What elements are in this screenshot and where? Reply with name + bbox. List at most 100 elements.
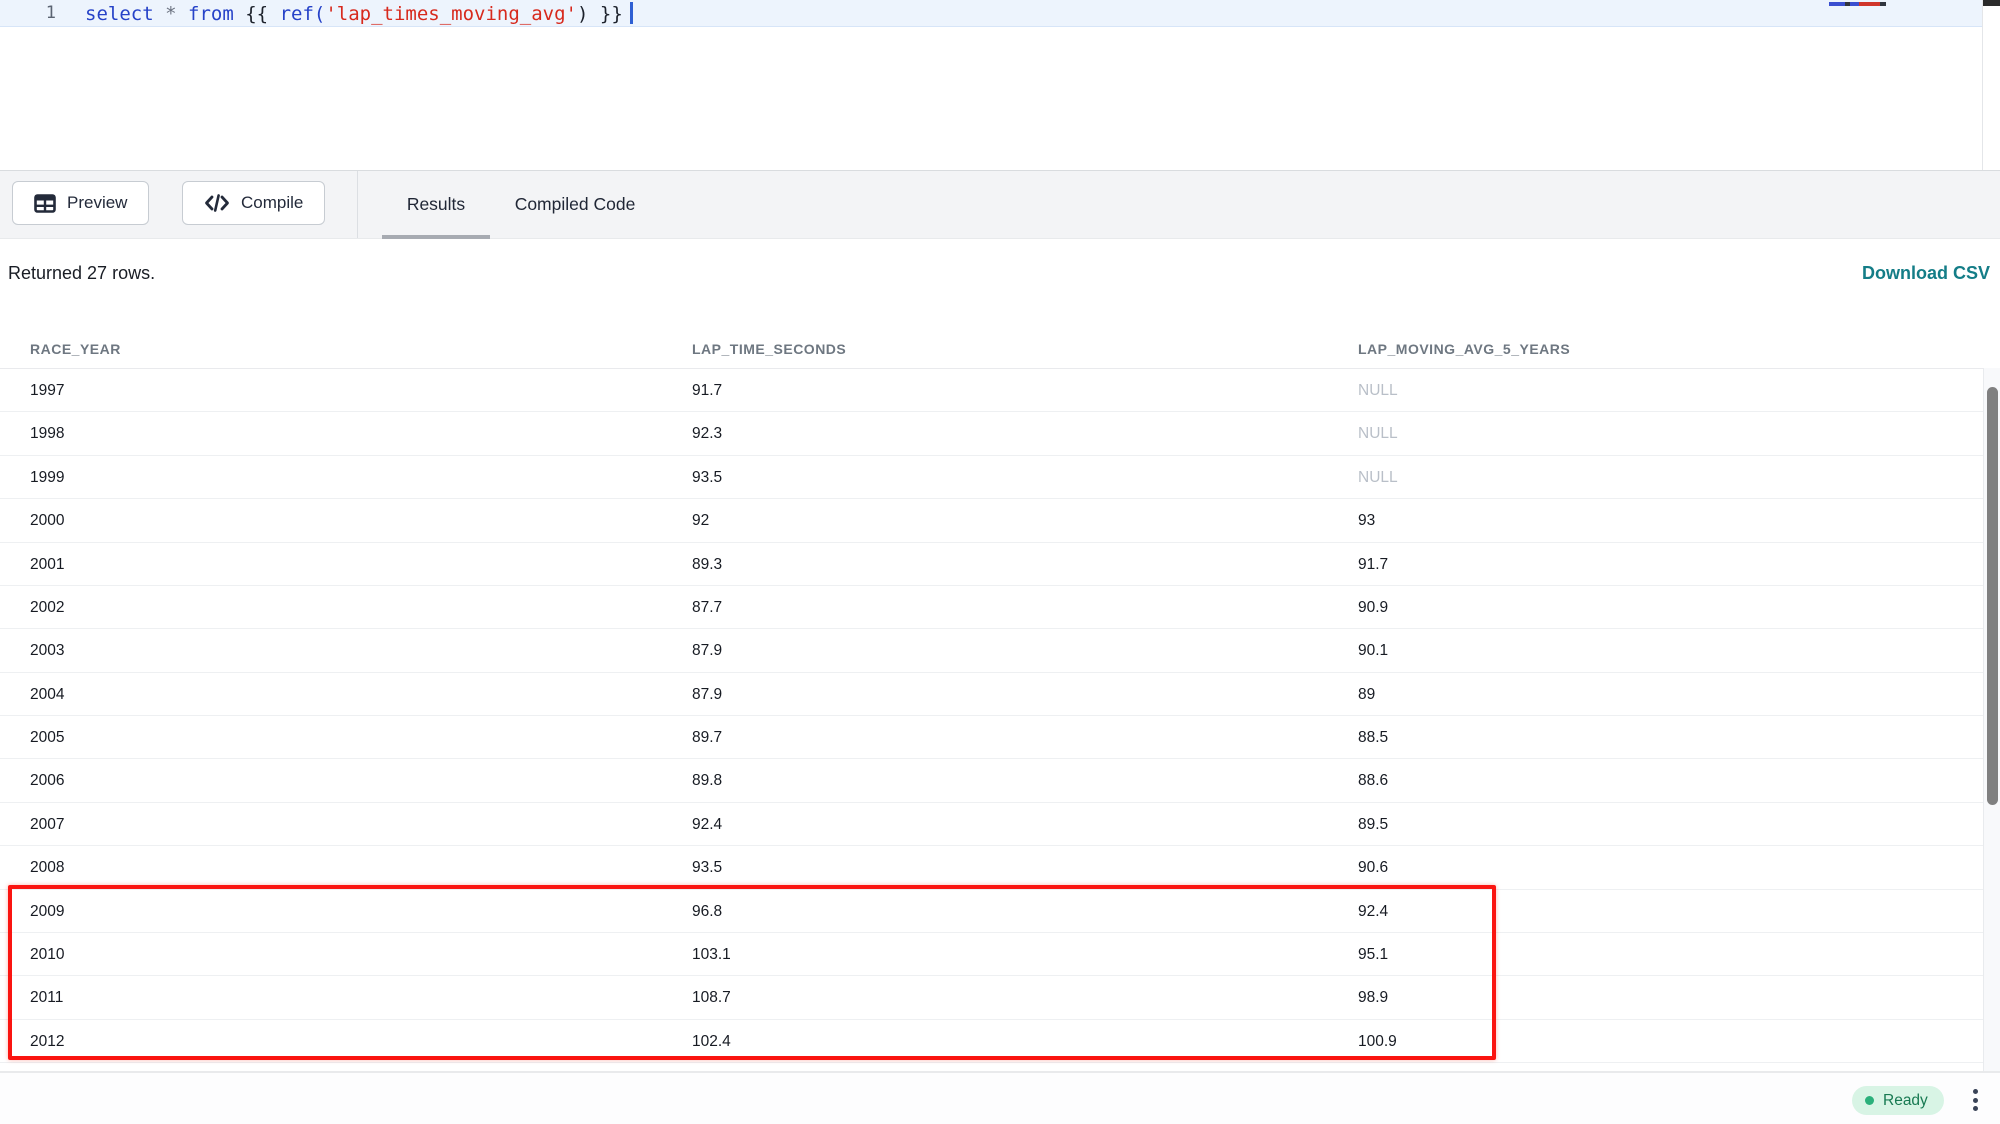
table-cell: 2000	[30, 499, 64, 542]
tab-compiled-code[interactable]: Compiled Code	[505, 171, 645, 238]
table-cell: 93.5	[692, 846, 722, 889]
text-cursor	[630, 2, 633, 24]
table-cell: 98.9	[1358, 976, 1388, 1019]
table-cell: 2011	[30, 976, 63, 1019]
table-row: 2007 92.4 89.5	[0, 803, 1983, 846]
table-cell: 2012	[30, 1020, 64, 1063]
table-cell: 87.9	[692, 629, 722, 672]
table-cell: 108.7	[692, 976, 731, 1019]
table-row: 2012 102.4 100.9	[0, 1020, 1983, 1063]
table-cell: 2006	[30, 759, 64, 802]
table-cell: 91.7	[1358, 543, 1388, 586]
table-row: 2011 108.7 98.9	[0, 976, 1983, 1019]
table-cell: 88.5	[1358, 716, 1388, 759]
table-grid-icon	[34, 194, 56, 213]
table-cell: 103.1	[692, 933, 731, 976]
table-row: 2003 87.9 90.1	[0, 629, 1983, 672]
table-body: 199791.7NULL199892.3NULL199993.5NULL2000…	[0, 369, 1983, 1063]
table-cell: 87.7	[692, 586, 722, 629]
table-cell: 91.7	[692, 369, 722, 412]
tab-results[interactable]: Results	[382, 171, 490, 238]
compile-button-label: Compile	[241, 193, 303, 213]
preview-button[interactable]: Preview	[12, 181, 149, 225]
table-cell: 1998	[30, 412, 64, 455]
table-cell: 90.1	[1358, 629, 1388, 672]
table-header-row: RACE_YEAR LAP_TIME_SECONDS LAP_MOVING_AV…	[0, 330, 1983, 369]
results-toolbar: Preview Compile Results Compiled Code	[0, 170, 2000, 239]
table-row: 2002 87.7 90.9	[0, 586, 1983, 629]
table-cell: 2002	[30, 586, 64, 629]
status-badge-label: Ready	[1883, 1092, 1928, 1110]
table-cell: 2005	[30, 716, 64, 759]
kebab-dot-icon	[1973, 1089, 1978, 1094]
table-cell: 100.9	[1358, 1020, 1397, 1063]
table-cell: 89.7	[692, 716, 722, 759]
ide-window: 1 select * from {{ ref('lap_times_moving…	[0, 0, 2000, 1124]
table-row: 2000 92 93	[0, 499, 1983, 542]
kebab-dot-icon	[1973, 1098, 1978, 1103]
status-bar: Ready	[0, 1071, 2000, 1124]
table-cell: 2008	[30, 846, 64, 889]
table-cell: 92.4	[1358, 890, 1388, 933]
kebab-dot-icon	[1973, 1106, 1978, 1111]
tab-results-label: Results	[407, 194, 465, 215]
table-cell: 2001	[30, 543, 64, 586]
toolbar-divider	[357, 171, 358, 238]
download-csv-link[interactable]: Download CSV	[1862, 263, 1990, 284]
table-scrollbar-thumb[interactable]	[1987, 387, 1998, 805]
table-cell: NULL	[1358, 412, 1398, 455]
table-row: 2006 89.8 88.6	[0, 759, 1983, 802]
column-header-race-year: RACE_YEAR	[30, 330, 121, 369]
table-cell: 96.8	[692, 890, 722, 933]
table-cell: 89.3	[692, 543, 722, 586]
sql-editor[interactable]: 1 select * from {{ ref('lap_times_moving…	[0, 0, 2000, 170]
table-row: 2005 89.7 88.5	[0, 716, 1983, 759]
compile-button[interactable]: Compile	[182, 181, 325, 225]
table-cell: 88.6	[1358, 759, 1388, 802]
editor-scroll-track-divider	[1982, 0, 1983, 170]
table-cell: 102.4	[692, 1020, 731, 1063]
table-row: 2001 89.3 91.7	[0, 543, 1983, 586]
table-cell: 95.1	[1358, 933, 1388, 976]
table-cell: 1999	[30, 456, 64, 499]
table-row: 1998 92.3 NULL	[0, 412, 1983, 455]
table-cell: 2003	[30, 629, 64, 672]
status-badge: Ready	[1852, 1086, 1944, 1115]
row-count-summary: Returned 27 rows.	[8, 263, 155, 284]
table-cell: 89.8	[692, 759, 722, 802]
table-cell: 87.9	[692, 673, 722, 716]
code-line[interactable]: select * from {{ ref('lap_times_moving_a…	[85, 1, 633, 27]
table-cell: 92	[692, 499, 709, 542]
tab-compiled-code-label: Compiled Code	[515, 194, 636, 215]
column-header-lap-moving-avg-5-years: LAP_MOVING_AVG_5_YEARS	[1358, 330, 1570, 369]
table-row: 2010 103.1 95.1	[0, 933, 1983, 976]
table-scrollbar-track[interactable]	[1983, 368, 2000, 1071]
table-row: 1999 93.5 NULL	[0, 456, 1983, 499]
table-cell: 90.6	[1358, 846, 1388, 889]
table-cell: 90.9	[1358, 586, 1388, 629]
table-cell: 89	[1358, 673, 1375, 716]
table-cell: 93	[1358, 499, 1375, 542]
table-cell: 2010	[30, 933, 64, 976]
code-icon	[204, 193, 230, 213]
editor-scrollbar-thumb[interactable]	[1983, 0, 2000, 6]
table-cell: 89.5	[1358, 803, 1388, 846]
table-row: 2008 93.5 90.6	[0, 846, 1983, 889]
table-cell: 92.3	[692, 412, 722, 455]
table-cell: 1997	[30, 369, 64, 412]
table-row: 2009 96.8 92.4	[0, 890, 1983, 933]
table-row: 200487.989	[0, 673, 1983, 716]
editor-minimap[interactable]	[1829, 2, 1886, 6]
table-cell: 2009	[30, 890, 64, 933]
line-number: 1	[36, 3, 56, 23]
results-panel: Returned 27 rows. Download CSV RACE_YEAR…	[0, 239, 2000, 1071]
preview-button-label: Preview	[67, 193, 127, 213]
kebab-menu-button[interactable]	[1960, 1082, 1990, 1118]
status-dot-icon	[1865, 1096, 1874, 1105]
column-header-lap-time-seconds: LAP_TIME_SECONDS	[692, 330, 846, 369]
table-cell: 93.5	[692, 456, 722, 499]
table-cell: 92.4	[692, 803, 722, 846]
table-cell: NULL	[1358, 456, 1398, 499]
table-cell: 2007	[30, 803, 64, 846]
table-row: 199791.7NULL	[0, 369, 1983, 412]
